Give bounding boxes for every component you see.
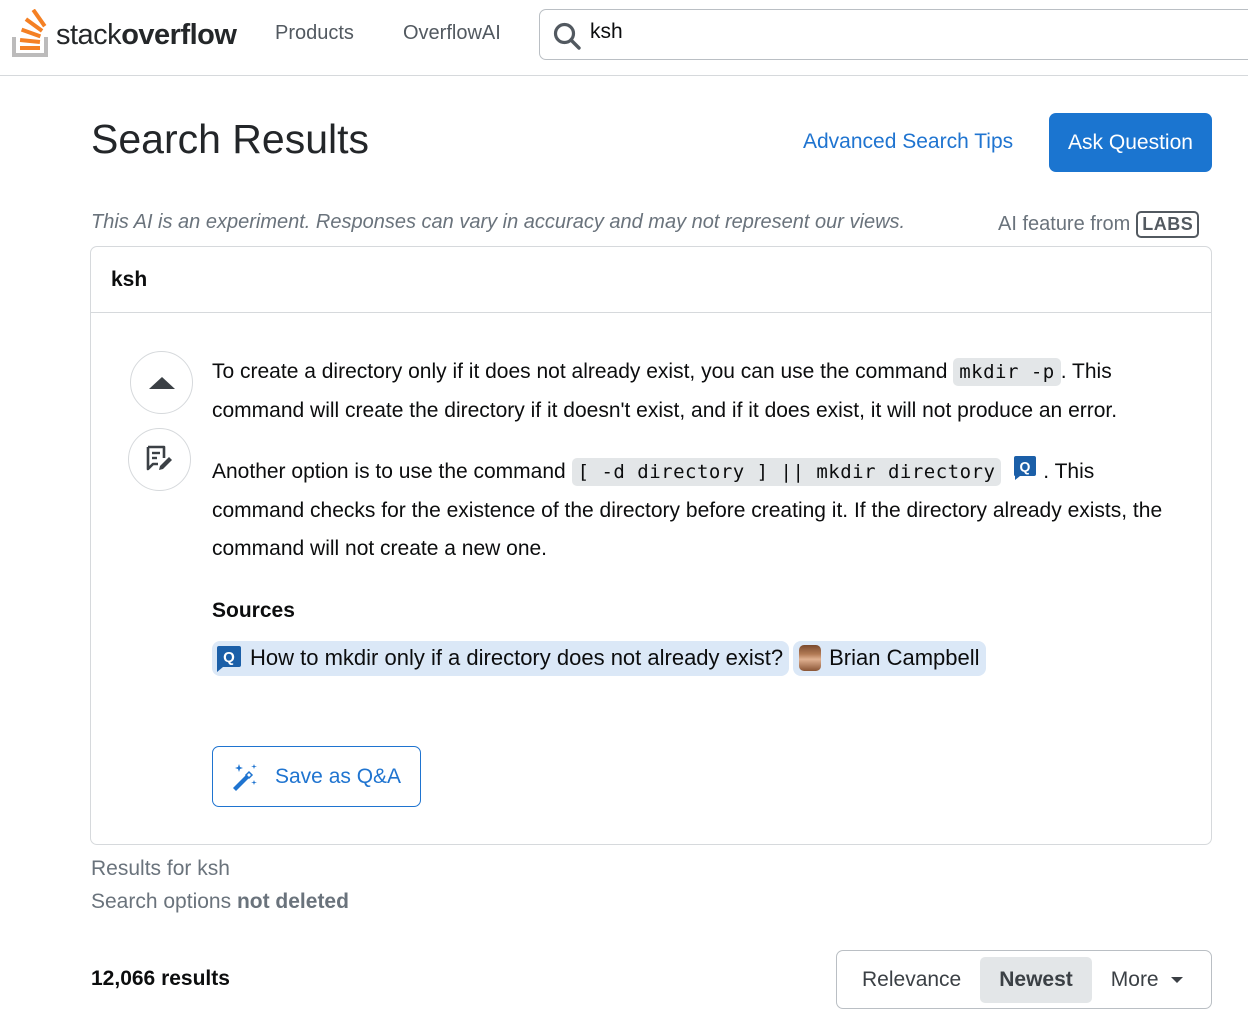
answer-paragraph: To create a directory only if it does no… xyxy=(212,353,1182,430)
source-question-title: How to mkdir only if a directory does no… xyxy=(250,645,784,671)
question-icon: Q xyxy=(216,644,242,673)
save-as-qa-label: Save as Q&A xyxy=(275,764,402,788)
page-title: Search Results xyxy=(91,116,370,162)
search-box[interactable] xyxy=(539,9,1248,60)
magic-wand-icon xyxy=(233,763,257,791)
answer-text: Another option is to use the command xyxy=(212,460,566,483)
sort-newest-button[interactable]: Newest xyxy=(980,956,1092,1003)
inline-code: [ -d directory ] || mkdir directory xyxy=(571,458,1002,486)
save-as-qa-button[interactable]: Save as Q&A xyxy=(212,746,421,807)
search-icon xyxy=(552,21,582,51)
results-for-text: Results for ksh xyxy=(91,857,230,880)
ai-feature-label: AI feature from LABS xyxy=(998,211,1200,238)
stackoverflow-logo[interactable]: stackoverflow xyxy=(12,8,237,58)
ai-answer-card: ksh To create a directory only if it doe… xyxy=(90,246,1212,845)
top-bar: stackoverflow Products OverflowAI xyxy=(0,0,1248,76)
svg-text:Q: Q xyxy=(1020,459,1031,475)
user-avatar xyxy=(799,645,822,672)
logo-text-overflow: overflow xyxy=(121,18,237,51)
ai-query-title: ksh xyxy=(91,247,1211,313)
logo-text-stack: stack xyxy=(56,18,122,51)
ask-question-button[interactable]: Ask Question xyxy=(1049,113,1212,172)
feedback-button[interactable] xyxy=(128,428,191,491)
sources-list: Q How to mkdir only if a directory does … xyxy=(212,639,1182,678)
sources-heading: Sources xyxy=(212,598,295,622)
sort-more-button[interactable]: More xyxy=(1092,957,1202,1003)
edit-comment-icon xyxy=(145,444,175,475)
source-user-name: Brian Campbell xyxy=(829,645,980,671)
search-input[interactable] xyxy=(590,20,1190,44)
sort-more-label: More xyxy=(1110,967,1159,991)
results-count: 12,066 results xyxy=(91,967,230,990)
ai-feature-text: AI feature from xyxy=(998,213,1131,235)
source-user-chip[interactable]: Brian Campbell xyxy=(793,640,986,676)
ai-disclaimer: This AI is an experiment. Responses can … xyxy=(91,211,906,233)
advanced-search-tips-link[interactable]: Advanced Search Tips xyxy=(803,130,1013,154)
question-source-icon[interactable]: Q xyxy=(1013,455,1037,480)
sort-relevance-button[interactable]: Relevance xyxy=(843,957,980,1003)
upvote-button[interactable] xyxy=(130,351,193,414)
search-options: Search options not deleted xyxy=(91,890,349,914)
nav-overflowai[interactable]: OverflowAI xyxy=(403,22,501,45)
inline-code: mkdir -p xyxy=(953,358,1061,386)
logo-wordmark: stackoverflow xyxy=(56,18,237,52)
nav-products[interactable]: Products xyxy=(275,22,354,45)
labs-badge[interactable]: LABS xyxy=(1136,211,1200,238)
caret-down-icon xyxy=(1170,976,1183,983)
arrow-up-icon xyxy=(148,376,175,389)
search-options-label: Search options xyxy=(91,890,232,913)
ai-answer-body: To create a directory only if it does no… xyxy=(212,353,1182,678)
sort-button-group: Relevance Newest More xyxy=(836,950,1212,1009)
stackoverflow-logo-icon xyxy=(12,8,52,57)
search-options-value: not deleted xyxy=(236,890,349,913)
svg-text:Q: Q xyxy=(223,649,235,666)
source-question-chip[interactable]: Q How to mkdir only if a directory does … xyxy=(212,640,790,676)
answer-paragraph: Another option is to use the command [ -… xyxy=(212,453,1182,569)
answer-text: To create a directory only if it does no… xyxy=(212,360,948,383)
